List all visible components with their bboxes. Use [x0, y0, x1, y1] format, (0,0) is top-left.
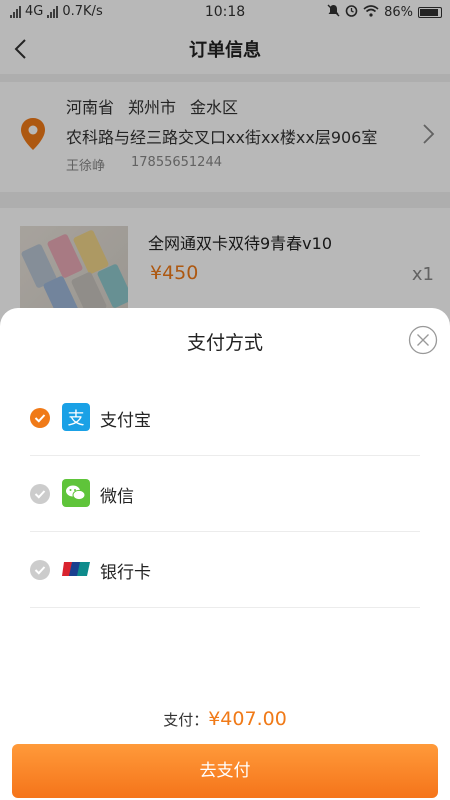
radio-checked-icon[interactable]	[30, 408, 50, 428]
wechat-icon	[62, 479, 90, 507]
go-pay-button[interactable]: 去支付	[12, 744, 438, 798]
payment-option-wechat[interactable]: 微信	[30, 456, 420, 532]
close-button[interactable]	[408, 325, 438, 355]
total-amount: ¥407.00	[208, 708, 287, 730]
svg-text:支: 支	[68, 409, 85, 429]
payment-option-bankcard[interactable]: 银行卡	[30, 532, 420, 608]
payment-option-label: 银行卡	[100, 563, 151, 583]
unionpay-icon	[62, 555, 90, 583]
payment-option-label: 微信	[100, 487, 134, 507]
close-icon	[408, 325, 438, 355]
payment-option-alipay[interactable]: 支 支付宝	[30, 380, 420, 456]
radio-unchecked-icon[interactable]	[30, 560, 50, 580]
total-label: 支付：	[163, 711, 209, 729]
alipay-icon: 支	[62, 403, 90, 431]
sheet-title: 支付方式	[186, 332, 263, 354]
payment-sheet: 支付方式 支 支付宝 微信 银行卡 支付：¥407.00 去支付	[0, 308, 450, 800]
payment-total: 支付：¥407.00	[0, 708, 450, 730]
payment-option-label: 支付宝	[100, 411, 151, 431]
radio-unchecked-icon[interactable]	[30, 484, 50, 504]
